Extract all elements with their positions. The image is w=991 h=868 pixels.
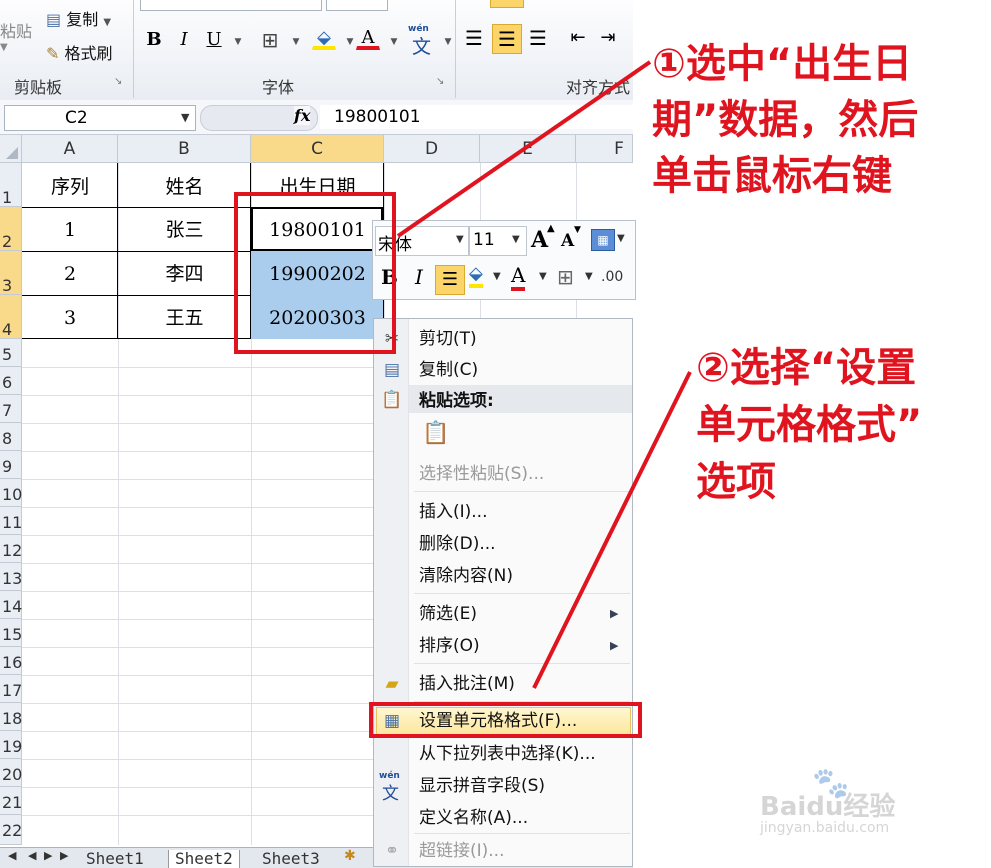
annotation-arrow-2 xyxy=(532,371,692,689)
watermark-brand: Baidu经验 xyxy=(760,792,896,822)
annotation-step1-line1: ①选中“出生日 xyxy=(652,41,913,87)
annotation-step2-line3: 选项 xyxy=(696,459,776,505)
annotation-step2: ②选择“设置 单元格格式” 选项 xyxy=(696,340,986,511)
annotation-arrow-1 xyxy=(396,60,652,238)
annotation-step2-line2: 单元格格式” xyxy=(696,402,923,448)
annotation-step1-line3: 单击鼠标右键 xyxy=(652,153,892,199)
annotation-step2-line1: ②选择“设置 xyxy=(696,345,917,391)
annotation-step1-line2: 期”数据，然后 xyxy=(652,97,919,143)
annotation-step1: ①选中“出生日 期”数据，然后 单击鼠标右键 xyxy=(652,36,982,204)
watermark-url: jingyan.baidu.com xyxy=(760,820,890,836)
